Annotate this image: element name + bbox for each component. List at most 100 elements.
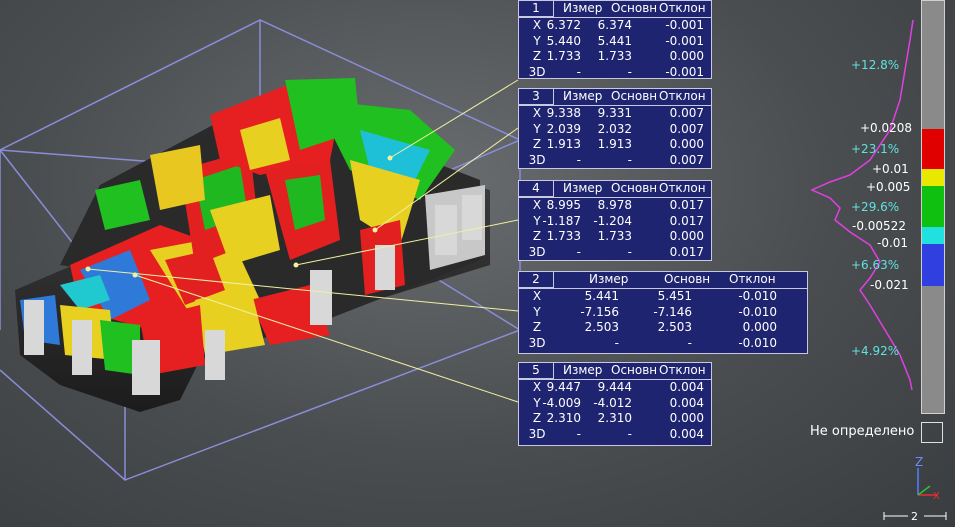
deviation-value: 0.004 <box>669 395 704 410</box>
panel-row: Y 2.039 2.032 0.007 <box>519 122 711 138</box>
nominal-value: 1.733 <box>597 49 632 63</box>
deviation-value: -0.001 <box>665 18 704 32</box>
nominal-value: -7.146 <box>653 304 692 319</box>
row-label: X <box>532 289 542 303</box>
panel-index: 3 <box>519 89 554 105</box>
nominal-value: 5.441 <box>597 33 632 48</box>
panel-row: 3D - - -0.010 <box>519 336 807 352</box>
column-header: Измер <box>563 181 603 195</box>
deviation-value: -0.010 <box>738 304 777 319</box>
color-band-cyan <box>922 227 944 244</box>
z-axis-label: Z <box>915 455 923 469</box>
panel-row: Z 1.733 1.733 0.000 <box>519 229 711 245</box>
panel-index: 1 <box>519 1 554 17</box>
row-label: 3D <box>528 335 546 350</box>
deviation-value: 0.007 <box>669 121 704 136</box>
column-header: Основн <box>611 181 658 195</box>
panel-row: Y -4.009 -4.012 0.004 <box>519 396 711 412</box>
panel-index: 2 <box>519 272 554 288</box>
threshold-label: +0.0208 <box>860 121 913 135</box>
nominal-value: - <box>627 426 632 441</box>
panel-row: Y -7.156 -7.146 -0.010 <box>519 305 807 321</box>
column-header: Отклон <box>659 89 706 103</box>
panel-row: X 6.372 6.374 -0.001 <box>519 18 711 34</box>
3d-viewport[interactable]: Z X <box>0 0 955 527</box>
column-header: Измер <box>563 1 603 15</box>
panel-row: 3D - - -0.001 <box>519 65 711 81</box>
measurement-panel-4[interactable]: 4 Измер Основн Отклон X 8.995 8.978 0.017 Y -1.18… <box>518 180 712 261</box>
nominal-value: 2.310 <box>597 411 632 425</box>
undefined-label: Не определено <box>810 424 915 439</box>
nominal-value: 2.503 <box>657 320 692 334</box>
column-header: Отклон <box>659 363 706 377</box>
percent-label: +12.8% <box>851 58 900 72</box>
panel-row: Y -1.187 -1.204 0.017 <box>519 214 711 230</box>
column-header: Измер <box>589 272 629 286</box>
nominal-value: - <box>627 244 632 259</box>
deviation-value: 0.000 <box>669 137 704 151</box>
nominal-value: 9.444 <box>597 380 632 394</box>
percent-label: +29.6% <box>851 200 900 214</box>
column-header: Отклон <box>729 272 776 286</box>
measured-value: - <box>614 335 619 350</box>
measurement-panel-5[interactable]: 5 Измер Основн Отклон X 9.447 9.444 0.004 Y -4.00… <box>518 362 712 446</box>
deviation-value: -0.010 <box>738 335 777 350</box>
measured-value: 2.503 <box>584 320 619 334</box>
column-header: Основн <box>611 1 658 15</box>
column-header: Основн <box>611 89 658 103</box>
color-scale-bar[interactable] <box>921 0 945 414</box>
deviation-value: 0.000 <box>742 320 777 334</box>
column-header: Основн <box>611 363 658 377</box>
panel-row: 3D - -0.004 <box>519 427 711 443</box>
percent-label: +6.63% <box>851 258 900 272</box>
panel-row: 3D - -0.007 <box>519 153 711 169</box>
panel-row: Z 2.503 2.503 0.000 <box>519 320 807 336</box>
deviation-value: -0.001 <box>665 64 704 79</box>
nominal-value: 2.032 <box>597 121 632 136</box>
deviation-value: 0.004 <box>669 426 704 441</box>
nominal-value: 1.733 <box>597 229 632 243</box>
deviation-value: -0.001 <box>665 33 704 48</box>
panel-row: Z 2.310 2.310 0.000 <box>519 411 711 427</box>
measurement-panel-1[interactable]: 1 Измер Основн Отклон X 6.372 6.374 -0.001 Y 5.44… <box>518 0 712 79</box>
panel-row: X 9.338 9.331 0.007 <box>519 106 711 122</box>
measured-value: 5.441 <box>584 289 619 303</box>
threshold-label: -0.021 <box>870 278 909 292</box>
panel-row: Z 1.733 1.733 0.000 <box>519 49 711 65</box>
panel-row: X 9.447 9.444 0.004 <box>519 380 711 396</box>
undefined-color-swatch[interactable] <box>921 422 943 443</box>
measurement-panel-3[interactable]: 3 Измер Основн Отклон X 9.338 9.331 0.007 Y 2.039… <box>518 88 712 169</box>
deviation-value: 0.017 <box>669 213 704 228</box>
deviation-value: 0.000 <box>669 411 704 425</box>
scale-label: 2 <box>911 510 918 523</box>
deviation-value: -0.010 <box>738 289 777 303</box>
row-label: Y <box>533 304 541 319</box>
building-model <box>15 78 490 412</box>
deviation-value: 0.007 <box>669 106 704 120</box>
panel-index: 4 <box>519 181 554 197</box>
panel-index: 5 <box>519 363 554 379</box>
color-band-green <box>922 186 944 227</box>
nominal-value: 1.913 <box>597 137 632 151</box>
nominal-value: - <box>687 335 692 350</box>
color-band-yellow <box>922 169 944 186</box>
column-header: Отклон <box>659 1 706 15</box>
nominal-value: -4.012 <box>593 395 632 410</box>
deviation-value: 0.000 <box>669 229 704 243</box>
panel-row: X 8.995 8.978 0.017 <box>519 198 711 214</box>
axis-gizmo: Z X <box>915 455 940 502</box>
deviation-value: 0.017 <box>669 244 704 259</box>
color-band-blue <box>922 244 944 286</box>
panel-row: Y 5.440 5.441 -0.001 <box>519 34 711 50</box>
nominal-value: 8.978 <box>597 198 632 212</box>
nominal-value: - <box>627 64 632 79</box>
measurement-panel-2[interactable]: 2 Измер Основн Отклон X 5.441 5.451 -0.010 Y -7.1… <box>518 271 808 354</box>
threshold-label: +0.01 <box>872 162 909 176</box>
nominal-value: -1.204 <box>593 213 632 228</box>
nominal-value: - <box>627 152 632 167</box>
percent-label: +23.1% <box>851 142 900 156</box>
threshold-label: -0.01 <box>877 236 909 250</box>
column-header: Отклон <box>659 181 706 195</box>
column-header: Основн <box>664 272 711 286</box>
deviation-value: 0.017 <box>669 198 704 212</box>
